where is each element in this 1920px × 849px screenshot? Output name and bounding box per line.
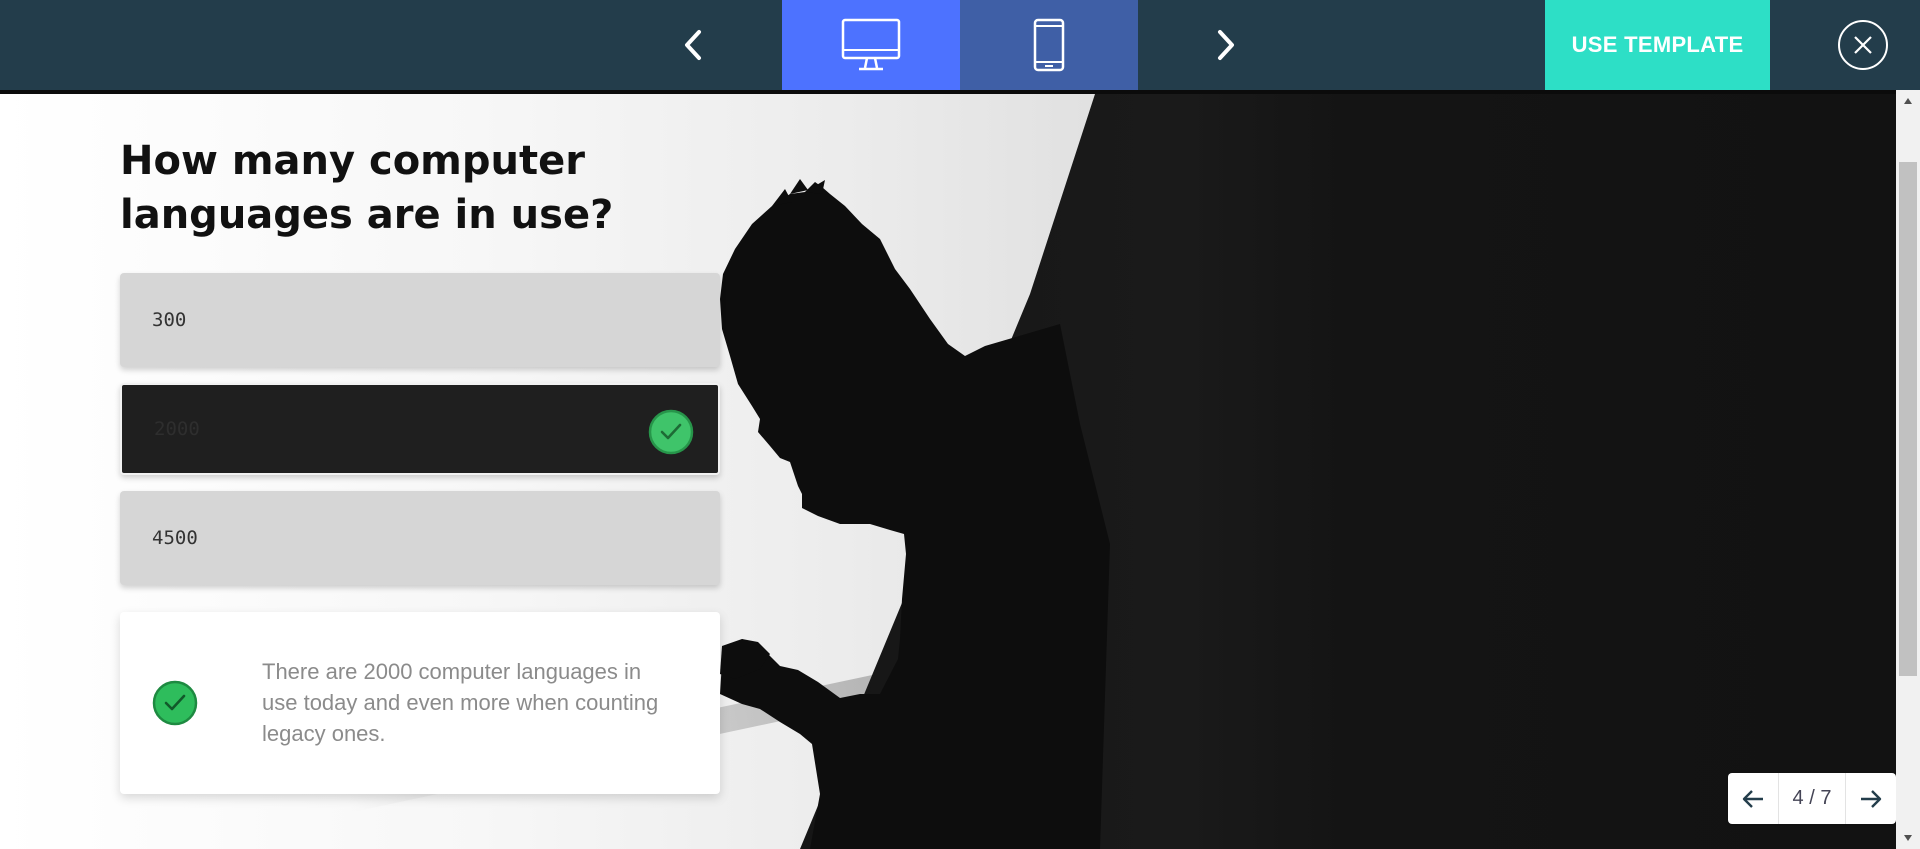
close-icon <box>1854 36 1872 54</box>
arrow-left-icon <box>1742 789 1763 808</box>
scroll-down-arrow-icon <box>1904 835 1912 841</box>
quiz-question: How many computer languages are in use? <box>120 138 614 238</box>
mobile-view-button[interactable] <box>960 0 1138 90</box>
use-template-button[interactable]: USE TEMPLATE <box>1545 0 1770 90</box>
answer-label: 4500 <box>152 527 198 549</box>
slide-pager: 4 / 7 <box>1728 773 1896 824</box>
slide-counter: 4 / 7 <box>1778 773 1846 824</box>
answer-feedback-card: There are 2000 computer languages in use… <box>120 612 720 794</box>
close-preview-button[interactable] <box>1838 20 1888 70</box>
answer-option-4500[interactable]: 4500 <box>120 491 720 585</box>
scrollbar-thumb[interactable] <box>1899 162 1917 676</box>
desktop-monitor-icon <box>841 18 901 71</box>
vertical-scrollbar[interactable] <box>1896 90 1920 849</box>
next-slide-button[interactable] <box>1846 773 1896 824</box>
previous-template-button[interactable] <box>658 0 728 90</box>
quiz-slide: How many computer languages are in use? … <box>0 94 1896 849</box>
answer-option-300[interactable]: 300 <box>120 273 720 367</box>
scroll-down-button[interactable] <box>1896 827 1920 849</box>
chevron-left-icon <box>685 30 701 60</box>
previous-slide-button[interactable] <box>1728 773 1778 824</box>
correct-check-icon <box>648 409 694 455</box>
next-template-button[interactable] <box>1191 0 1261 90</box>
mobile-phone-icon <box>1033 18 1065 72</box>
answer-label: 2000 <box>154 418 200 440</box>
arrow-right-icon <box>1861 789 1882 808</box>
correct-check-icon <box>152 680 198 726</box>
template-preview-toolbar: USE TEMPLATE <box>0 0 1920 90</box>
feedback-text: There are 2000 computer languages in use… <box>262 659 659 746</box>
answer-option-2000[interactable]: 2000 <box>120 383 720 475</box>
desktop-view-button[interactable] <box>782 0 960 90</box>
scroll-up-arrow-icon <box>1904 98 1912 104</box>
scroll-up-button[interactable] <box>1896 90 1920 112</box>
answer-label: 300 <box>152 309 187 331</box>
chevron-right-icon <box>1218 30 1234 60</box>
